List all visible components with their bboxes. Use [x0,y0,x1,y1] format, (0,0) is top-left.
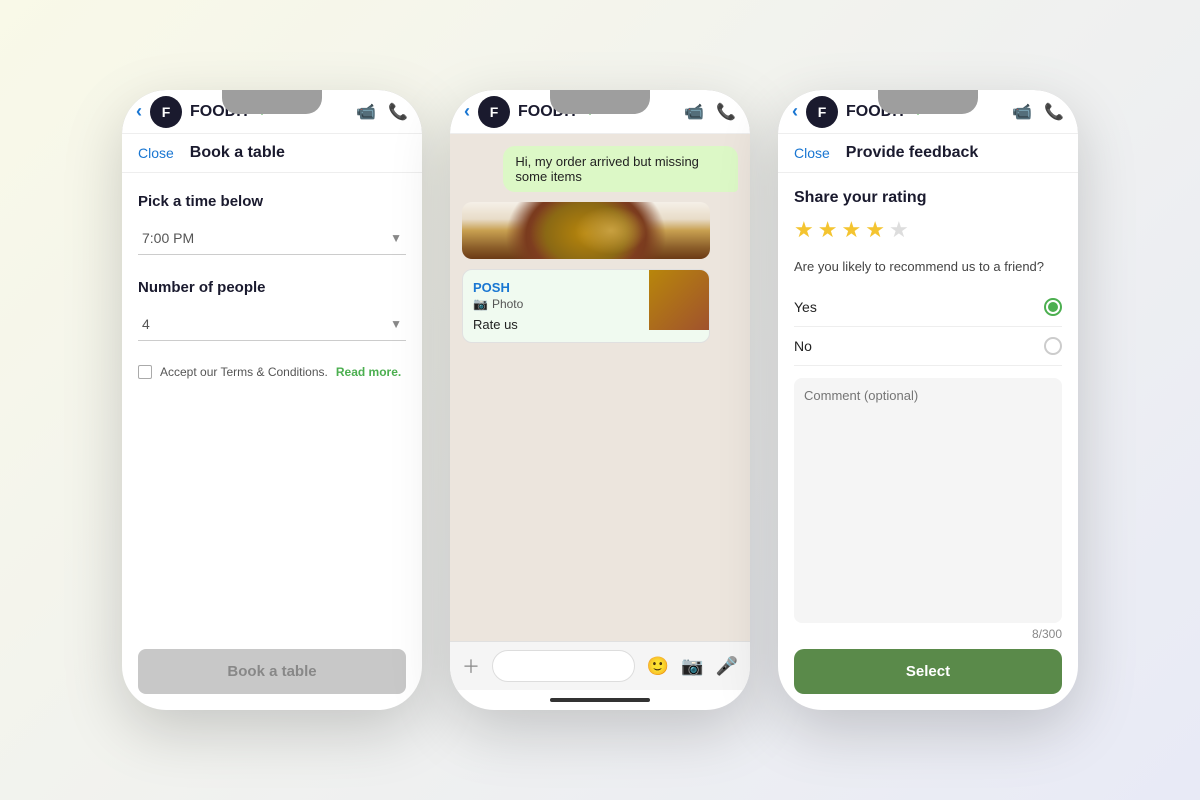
posh-card-content: POSH 📷 Photo Rate us [463,270,649,342]
phone-notch-3: ‹ F FOODIT ✓ 📹 📞 [778,90,1078,134]
video-icon-3[interactable]: 📹 [1012,102,1032,122]
close-link[interactable]: Close [138,145,174,161]
plus-icon[interactable]: ＋ [462,653,480,679]
photo-label: Photo [492,297,523,311]
terms-checkbox[interactable] [138,365,152,379]
time-section-label: Pick a time below [138,193,406,210]
chat-message-sent: Hi, my order arrived but missing some it… [503,146,738,192]
time-value: 7:00 PM [142,230,194,246]
app-logo-1: F [150,96,182,128]
feedback-close-link[interactable]: Close [794,145,830,161]
radio-no-row[interactable]: No [794,327,1062,366]
posh-label: POSH [473,280,639,295]
video-icon-2[interactable]: 📹 [684,102,704,122]
posh-rate-us[interactable]: Rate us [473,317,639,332]
feedback-title: Provide feedback [846,144,979,162]
camera-icon: 📷 [473,297,488,311]
posh-thumbnail [649,270,709,330]
phone3-content: Close Provide feedback Share your rating… [778,134,1078,710]
select-button[interactable]: Select [794,649,1062,694]
people-dropdown[interactable]: 4 ▼ [138,308,406,341]
people-value: 4 [142,316,150,332]
radio-yes-circle[interactable] [1044,298,1062,316]
read-more-link[interactable]: Read more. [336,365,401,379]
chat-input[interactable] [492,650,635,682]
star-4[interactable]: ★ [865,217,885,243]
camera-input-icon[interactable]: 📷 [681,656,703,677]
radio-no-label: No [794,338,812,354]
phone-feedback: ‹ F FOODIT ✓ 📹 📞 Close Provide feedback … [778,90,1078,710]
app-logo-3: F [806,96,838,128]
radio-yes-row[interactable]: Yes [794,288,1062,327]
terms-text: Accept our Terms & Conditions. [160,365,328,379]
comment-textarea[interactable] [794,378,1062,623]
time-dropdown-arrow: ▼ [390,231,402,245]
back-arrow-3[interactable]: ‹ [792,101,798,122]
share-rating-label: Share your rating [794,189,1062,207]
notch-3 [878,90,978,114]
header-icons-3: 📹 📞 [1012,102,1064,122]
terms-row: Accept our Terms & Conditions. Read more… [138,365,406,379]
star-1[interactable]: ★ [794,217,814,243]
booking-body: Pick a time below 7:00 PM ▼ Number of pe… [122,173,422,633]
char-count: 8/300 [794,627,1062,641]
radio-yes-label: Yes [794,299,817,315]
recommend-question: Are you likely to recommend us to a frie… [794,259,1062,274]
feedback-body: Share your rating ★ ★ ★ ★ ★ Are you like… [778,173,1078,710]
mic-icon[interactable]: 🎤 [716,656,738,677]
chat-input-bar: ＋ 🙂 📷 🎤 [450,641,750,690]
chat-area: Hi, my order arrived but missing some it… [450,134,750,641]
booking-title: Book a table [190,144,285,162]
people-dropdown-arrow: ▼ [390,317,402,331]
header-icons-2: 📹 📞 [684,102,736,122]
phone-icon-2[interactable]: 📞 [716,102,736,122]
chat-image-card: How did you like your experience? Rate u… [462,202,710,259]
feedback-header: Close Provide feedback [778,134,1078,173]
phone-chat: ‹ F FOODIT ✓ 📹 📞 Hi, my order arrived bu… [450,90,750,710]
notch-1 [222,90,322,114]
posh-photo-row: 📷 Photo [473,297,639,311]
sticker-icon[interactable]: 🙂 [647,656,669,677]
home-bar-2 [550,698,650,702]
phone-icon-3[interactable]: 📞 [1044,102,1064,122]
star-3[interactable]: ★ [841,217,861,243]
phone1-content: Close Book a table Pick a time below 7:0… [122,134,422,710]
phone2-content: Hi, my order arrived but missing some it… [450,134,750,710]
stars-row: ★ ★ ★ ★ ★ [794,217,1062,243]
video-icon-1[interactable]: 📹 [356,102,376,122]
time-dropdown[interactable]: 7:00 PM ▼ [138,222,406,255]
phone-notch-1: ‹ F FOODIT ✓ 📹 📞 [122,90,422,134]
phone-book-table: ‹ F FOODIT ✓ 📹 📞 Close Book a table Pick… [122,90,422,710]
people-section-label: Number of people [138,279,406,296]
app-logo-2: F [478,96,510,128]
phone-icon-1[interactable]: 📞 [388,102,408,122]
posh-card[interactable]: POSH 📷 Photo Rate us [462,269,710,343]
book-table-button[interactable]: Book a table [138,649,406,694]
back-arrow-2[interactable]: ‹ [464,101,470,122]
star-5[interactable]: ★ [889,217,909,243]
phone-notch-2: ‹ F FOODIT ✓ 📹 📞 [450,90,750,134]
notch-2 [550,90,650,114]
home-indicator-2 [450,690,750,710]
star-2[interactable]: ★ [818,217,838,243]
booking-header: Close Book a table [122,134,422,173]
food-image [462,202,710,259]
radio-no-circle[interactable] [1044,337,1062,355]
back-arrow-1[interactable]: ‹ [136,101,142,122]
header-icons-1: 📹 📞 [356,102,408,122]
